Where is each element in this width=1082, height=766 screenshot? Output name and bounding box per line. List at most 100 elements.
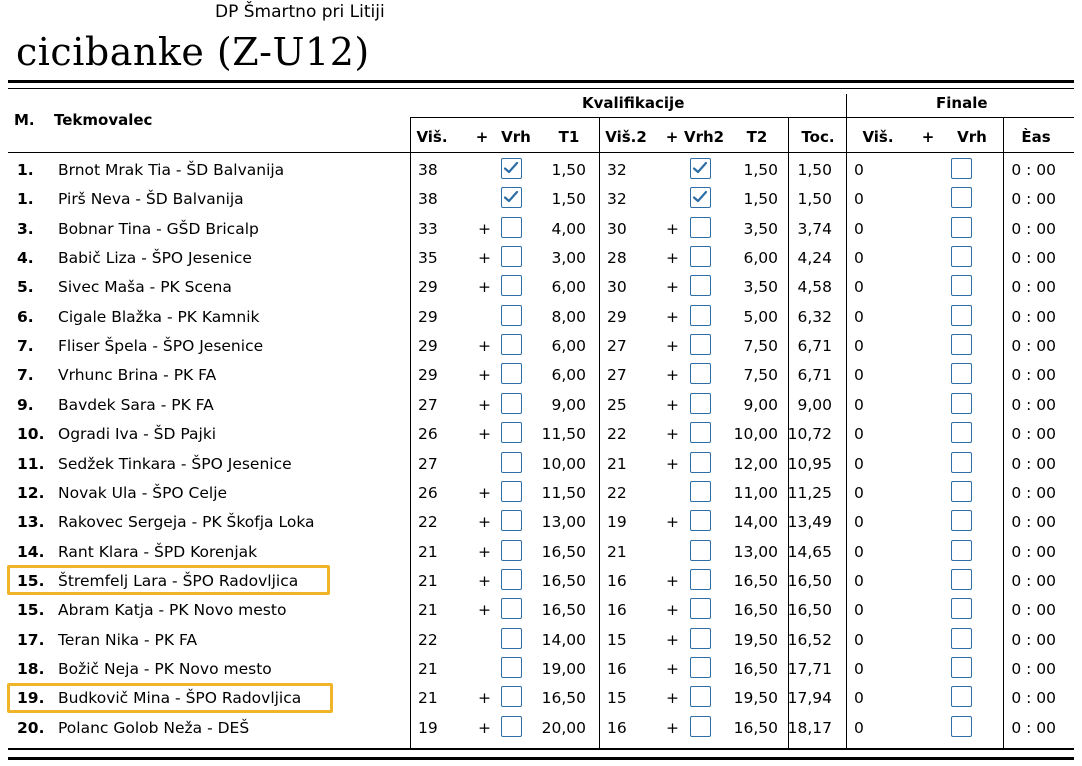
height1-cell: 27 (418, 454, 438, 473)
final-top-checkbox[interactable] (951, 246, 972, 268)
header-points: Toc. (801, 128, 835, 146)
height1-cell: 29 (418, 307, 438, 326)
final-top-checkbox[interactable] (951, 158, 972, 179)
top2-checkbox[interactable] (690, 568, 711, 590)
top2-checkbox-checked[interactable] (690, 187, 711, 209)
table-row: 15. Abram Katja - PK Novo mesto 21 +16,50 16… (0, 595, 1082, 624)
rank-cell: 20. (17, 718, 45, 737)
final-top-checkbox[interactable] (951, 480, 972, 502)
height1-cell: 29 (418, 366, 438, 385)
top1-checkbox[interactable] (501, 656, 522, 678)
top1-checkbox[interactable] (501, 598, 522, 620)
top1-checkbox[interactable] (501, 363, 522, 385)
top1-checkbox[interactable] (501, 334, 522, 356)
final-top-checkbox[interactable] (951, 304, 972, 326)
final-top-checkbox[interactable] (951, 187, 972, 209)
table-row: 12. Novak Ula - ŠPO Celje 26 +11,50 22 11,00 1… (0, 478, 1082, 507)
final-top-checkbox[interactable] (951, 451, 972, 473)
top2-checkbox[interactable] (690, 363, 711, 385)
top2-checkbox[interactable] (690, 539, 711, 561)
final-top-checkbox[interactable] (951, 363, 972, 385)
height2-cell: 16 (607, 718, 627, 737)
final-top-checkbox[interactable] (951, 510, 972, 532)
height1-cell: 33 (418, 219, 438, 238)
top2-checkbox[interactable] (690, 480, 711, 502)
top2-checkbox[interactable] (690, 216, 711, 238)
top2-checkbox[interactable] (690, 334, 711, 356)
top2-checkbox[interactable] (690, 598, 711, 620)
points-cell: 17,94 (787, 689, 832, 708)
table-row: 11. Sedžek Tinkara - ŠPO Jesenice 27 10,00 2… (0, 449, 1082, 478)
top1-checkbox[interactable] (501, 304, 522, 326)
top1-checkbox[interactable] (501, 686, 522, 708)
bottom-rule (8, 748, 1074, 750)
header-top1: Vrh (501, 128, 531, 146)
table-row: 6. Cigale Blažka - PK Kamnik 29 8,00 29 +5,00… (0, 302, 1082, 331)
top2-checkbox[interactable] (690, 392, 711, 414)
points-cell: 17,71 (787, 659, 832, 678)
top2-checkbox-checked[interactable] (690, 158, 711, 179)
t2-cell: 16,50 (733, 601, 778, 620)
top1-checkbox[interactable] (501, 480, 522, 502)
final-top-checkbox[interactable] (951, 216, 972, 238)
top1-checkbox-checked[interactable] (501, 187, 522, 209)
plus1-cell: + (478, 219, 491, 238)
top1-checkbox[interactable] (501, 246, 522, 268)
time-cell: 0 : 00 (1011, 249, 1056, 268)
top2-checkbox[interactable] (690, 627, 711, 649)
top2-checkbox[interactable] (690, 686, 711, 708)
t1-cell: 6,00 (551, 278, 586, 297)
final-top-checkbox[interactable] (951, 627, 972, 649)
height1-cell: 22 (418, 630, 438, 649)
top1-checkbox[interactable] (501, 216, 522, 238)
height2-cell: 29 (607, 307, 627, 326)
top2-checkbox[interactable] (690, 246, 711, 268)
plus2-cell: + (666, 630, 679, 649)
t2-cell: 19,50 (733, 689, 778, 708)
top-rule (8, 80, 1074, 83)
top2-checkbox[interactable] (690, 510, 711, 532)
final-top-checkbox[interactable] (951, 598, 972, 620)
top1-checkbox[interactable] (501, 568, 522, 590)
points-cell: 18,17 (787, 718, 832, 737)
top1-checkbox[interactable] (501, 422, 522, 444)
final-top-checkbox[interactable] (951, 422, 972, 444)
top1-checkbox[interactable] (501, 715, 522, 737)
height2-cell: 16 (607, 601, 627, 620)
plus2-cell: + (666, 425, 679, 444)
top2-checkbox[interactable] (690, 715, 711, 737)
final-top-checkbox[interactable] (951, 656, 972, 678)
final-top-checkbox[interactable] (951, 334, 972, 356)
plus1-cell: + (478, 571, 491, 590)
top1-checkbox[interactable] (501, 539, 522, 561)
top1-checkbox[interactable] (501, 627, 522, 649)
rank-cell: 3. (17, 219, 34, 238)
top2-checkbox[interactable] (690, 304, 711, 326)
top2-checkbox[interactable] (690, 422, 711, 444)
top1-checkbox[interactable] (501, 510, 522, 532)
highlight-box (7, 682, 333, 713)
top2-checkbox[interactable] (690, 656, 711, 678)
rank-cell: 6. (17, 307, 34, 326)
competitor-name: Sedžek Tinkara - ŠPO Jesenice (58, 454, 292, 473)
header-t2: T2 (746, 128, 768, 146)
top1-checkbox-checked[interactable] (501, 158, 522, 179)
final-top-checkbox[interactable] (951, 686, 972, 708)
time-cell: 0 : 00 (1011, 689, 1056, 708)
top2-checkbox[interactable] (690, 275, 711, 297)
top1-checkbox[interactable] (501, 275, 522, 297)
top2-checkbox[interactable] (690, 451, 711, 473)
final-top-checkbox[interactable] (951, 568, 972, 590)
final-top-checkbox[interactable] (951, 715, 972, 737)
height2-cell: 15 (607, 630, 627, 649)
t1-cell: 13,00 (541, 513, 586, 532)
final-top-checkbox[interactable] (951, 275, 972, 297)
top1-checkbox[interactable] (501, 451, 522, 473)
height2-cell: 16 (607, 659, 627, 678)
final-top-checkbox[interactable] (951, 392, 972, 414)
t2-cell: 7,50 (743, 337, 778, 356)
top1-checkbox[interactable] (501, 392, 522, 414)
competitor-name: Pirš Neva - ŠD Balvanija (58, 190, 244, 209)
final-top-checkbox[interactable] (951, 539, 972, 561)
time-cell: 0 : 00 (1011, 454, 1056, 473)
